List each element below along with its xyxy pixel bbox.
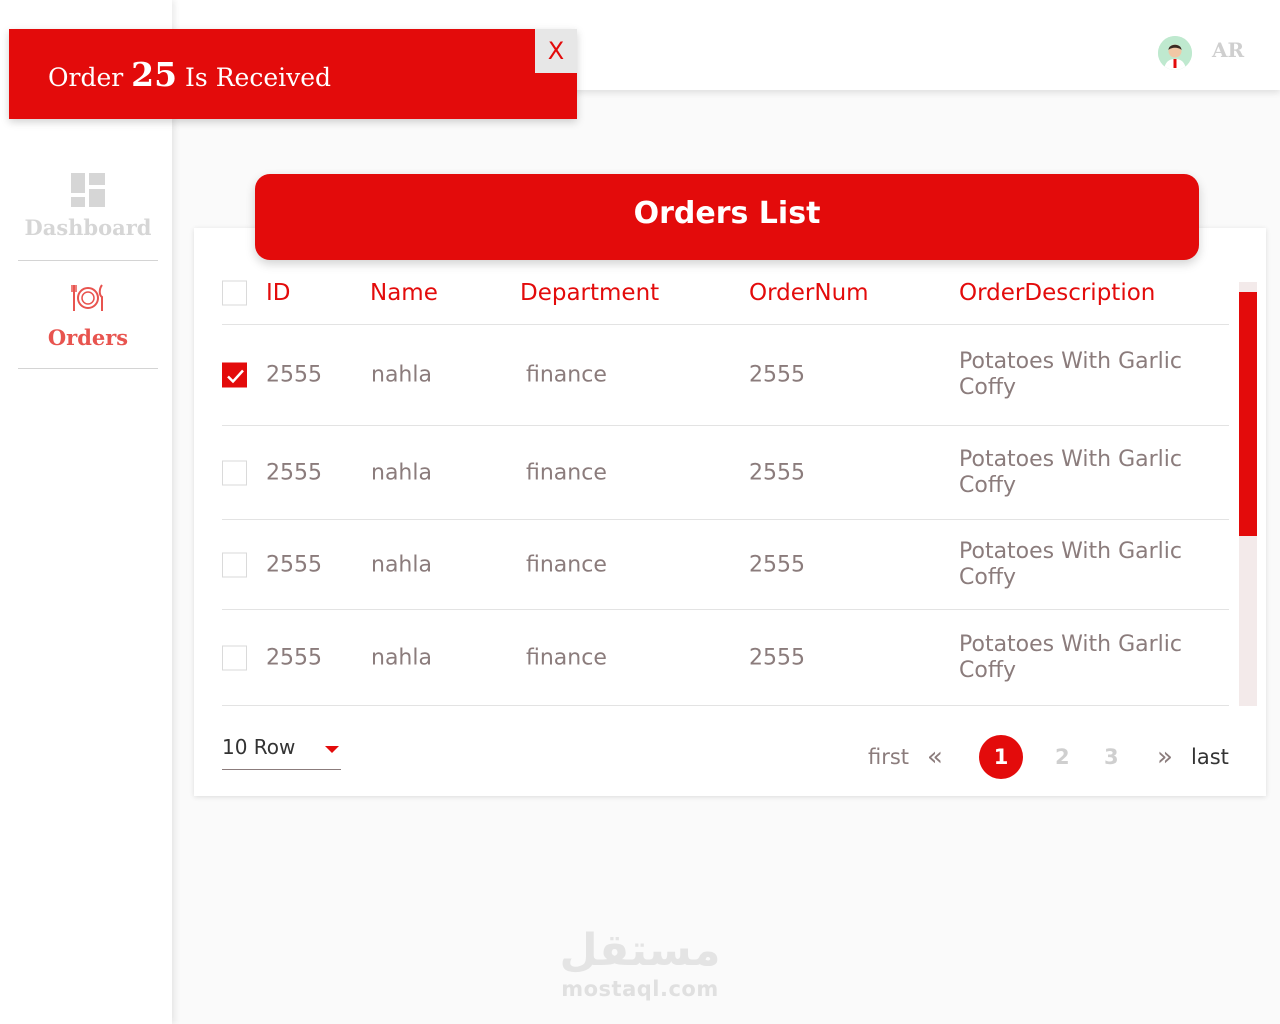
user-avatar-icon[interactable]: [1158, 36, 1192, 70]
cell-description: Potatoes With Garlic Coffy: [959, 349, 1182, 400]
cell-ordernum: 2555: [749, 362, 805, 388]
pagination-page[interactable]: 2: [1055, 735, 1070, 779]
cell-ordernum: 2555: [749, 645, 805, 670]
table-row[interactable]: 2555 nahla finance 2555 Potatoes With Ga…: [222, 325, 1229, 426]
table-row[interactable]: 2555 nahla finance 2555 Potatoes With Ga…: [222, 426, 1229, 520]
column-header-id[interactable]: ID: [266, 280, 291, 306]
card-title-bar: Orders List: [255, 174, 1199, 260]
select-all-checkbox[interactable]: [222, 280, 247, 306]
cell-description: Potatoes With Garlic Coffy: [959, 446, 1182, 498]
row-checkbox[interactable]: [222, 552, 247, 577]
column-header-orderdescription[interactable]: OrderDescription: [959, 280, 1219, 306]
plate-cutlery-icon: [71, 284, 103, 311]
toast-suffix: Is Received: [185, 63, 332, 92]
order-received-toast: Order 25 Is Received X: [9, 29, 577, 119]
table-row[interactable]: 2555 nahla finance 2555 Potatoes With Ga…: [222, 610, 1229, 706]
language-toggle[interactable]: AR: [1212, 38, 1244, 62]
scrollbar-thumb[interactable]: [1239, 292, 1257, 536]
cell-name: nahla: [371, 362, 432, 388]
dashboard-grid-icon: [71, 173, 105, 207]
double-chevron-right-icon[interactable]: »: [1157, 735, 1173, 779]
sidebar-item-label: Dashboard: [24, 215, 152, 240]
toast-message: Order 25 Is Received: [48, 55, 331, 94]
person-icon: [1158, 36, 1192, 70]
cell-ordernum: 2555: [749, 460, 805, 485]
pagination: first « 1 2 3 » last: [0, 735, 1280, 779]
cell-name: nahla: [371, 552, 432, 577]
cell-id: 2555: [266, 552, 322, 577]
toast-prefix: Order: [48, 63, 124, 92]
sidebar: Dashboard Orders: [0, 0, 172, 1024]
watermark: مستقل mostaql.com: [540, 925, 740, 1001]
pagination-page[interactable]: 3: [1104, 735, 1119, 779]
page-title: Orders List: [633, 196, 821, 231]
cell-id: 2555: [266, 645, 322, 670]
cell-department: finance: [526, 460, 607, 485]
pagination-page-current[interactable]: 1: [979, 735, 1023, 779]
cell-description: Potatoes With Garlic Coffy: [959, 538, 1182, 590]
cell-name: nahla: [371, 460, 432, 485]
row-checkbox[interactable]: [222, 362, 247, 388]
cell-id: 2555: [266, 362, 322, 388]
cell-id: 2555: [266, 460, 322, 485]
cell-department: finance: [526, 362, 607, 388]
cell-description: Potatoes With Garlic Coffy: [959, 631, 1182, 683]
cell-department: finance: [526, 645, 607, 670]
row-checkbox[interactable]: [222, 645, 247, 670]
watermark-latin: mostaql.com: [561, 977, 719, 1001]
table-row[interactable]: 2555 nahla finance 2555 Potatoes With Ga…: [222, 520, 1229, 610]
double-chevron-left-icon[interactable]: «: [927, 735, 943, 779]
sidebar-item-label: Orders: [47, 325, 129, 350]
cell-department: finance: [526, 552, 607, 577]
checkmark-icon: [227, 369, 244, 384]
watermark-arabic: مستقل: [559, 925, 721, 976]
cell-ordernum: 2555: [749, 552, 805, 577]
column-header-ordernum[interactable]: OrderNum: [749, 280, 869, 306]
column-header-department[interactable]: Department: [520, 280, 659, 306]
row-checkbox[interactable]: [222, 460, 247, 485]
pagination-last[interactable]: last: [1191, 735, 1229, 779]
cell-name: nahla: [371, 645, 432, 670]
table-scrollbar[interactable]: [1239, 282, 1257, 706]
pagination-first[interactable]: first: [868, 735, 909, 779]
toast-close-button[interactable]: X: [535, 29, 577, 73]
column-header-name[interactable]: Name: [370, 280, 438, 306]
toast-order-number: 25: [131, 55, 178, 94]
table-header: ID Name Department OrderNum OrderDescrip…: [222, 262, 1229, 325]
sidebar-item-dashboard[interactable]: Dashboard: [18, 160, 158, 261]
sidebar-item-orders[interactable]: Orders: [18, 261, 158, 369]
